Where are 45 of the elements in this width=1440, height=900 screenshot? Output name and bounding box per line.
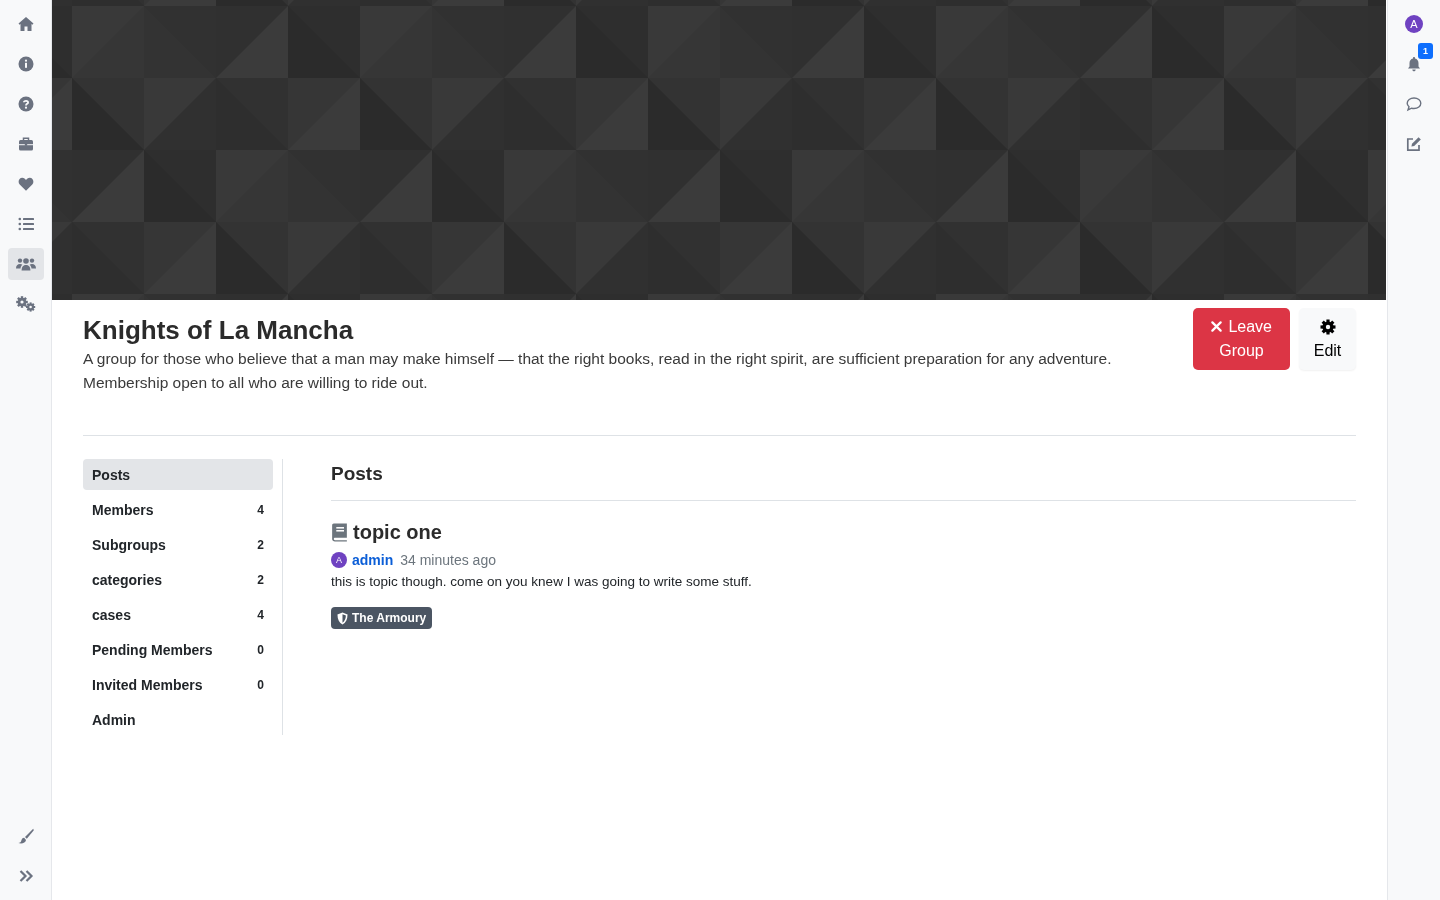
- shield-icon: [337, 611, 348, 625]
- info-icon: [17, 56, 34, 72]
- briefcase-icon: [17, 136, 34, 152]
- author-avatar: A: [331, 552, 347, 568]
- section-heading: Posts: [331, 462, 384, 486]
- close-icon: [1210, 321, 1222, 332]
- bell-icon: [1406, 56, 1422, 72]
- notification-count: 1: [1418, 43, 1433, 59]
- topic-title-link[interactable]: topic one: [353, 517, 442, 547]
- tab-count: 2: [257, 537, 264, 552]
- author-link[interactable]: admin: [352, 550, 394, 570]
- gears-icon: [15, 296, 36, 312]
- leave-group-button[interactable]: Leave Group: [1193, 308, 1290, 370]
- tab-count: 4: [257, 607, 264, 622]
- post-time: 34 minutes ago: [400, 551, 496, 570]
- tab-count: 0: [257, 642, 264, 657]
- speech-bubble-icon: [1406, 96, 1422, 112]
- post-body: this is topic though. come on you knew I was going to write some stuff.: [331, 573, 753, 591]
- edit-icon: [1406, 136, 1422, 152]
- section-tab[interactable]: categories 2: [83, 564, 273, 595]
- section-tab[interactable]: Pending Members 0: [83, 634, 273, 665]
- category-tag[interactable]: The Armoury: [331, 607, 433, 629]
- home-icon: [17, 16, 34, 32]
- user-avatar[interactable]: A: [1405, 15, 1423, 33]
- section-tab[interactable]: Admin: [83, 704, 273, 735]
- brush-icon: [17, 828, 34, 844]
- edit-button[interactable]: Edit: [1299, 308, 1356, 370]
- section-tab[interactable]: cases 4: [83, 599, 273, 630]
- book-icon: [331, 522, 348, 542]
- tab-count: 4: [257, 502, 264, 517]
- tab-count: 0: [257, 677, 264, 692]
- section-tab[interactable]: Subgroups 2: [83, 529, 273, 560]
- list-icon: [17, 216, 34, 232]
- section-tab[interactable]: Members 4: [83, 494, 273, 525]
- group-description: A group for those who believe that a man may make himself — that the right books, read in the right spirit, are sufficient preparation for any adventure. Membership open to all who are willing to ride out.: [83, 349, 1113, 393]
- users-icon: [15, 256, 36, 272]
- users-link[interactable]: [7, 248, 44, 280]
- section-tab[interactable]: Posts: [83, 459, 273, 490]
- settings-icon: [1319, 319, 1336, 335]
- tab-count: 2: [257, 572, 264, 587]
- help-icon: [17, 96, 34, 112]
- section-tab[interactable]: Invited Members 0: [83, 669, 273, 700]
- group-title: Knights of La Mancha: [83, 314, 355, 347]
- heart-icon: [17, 176, 34, 192]
- double-chevron-icon: [17, 868, 34, 884]
